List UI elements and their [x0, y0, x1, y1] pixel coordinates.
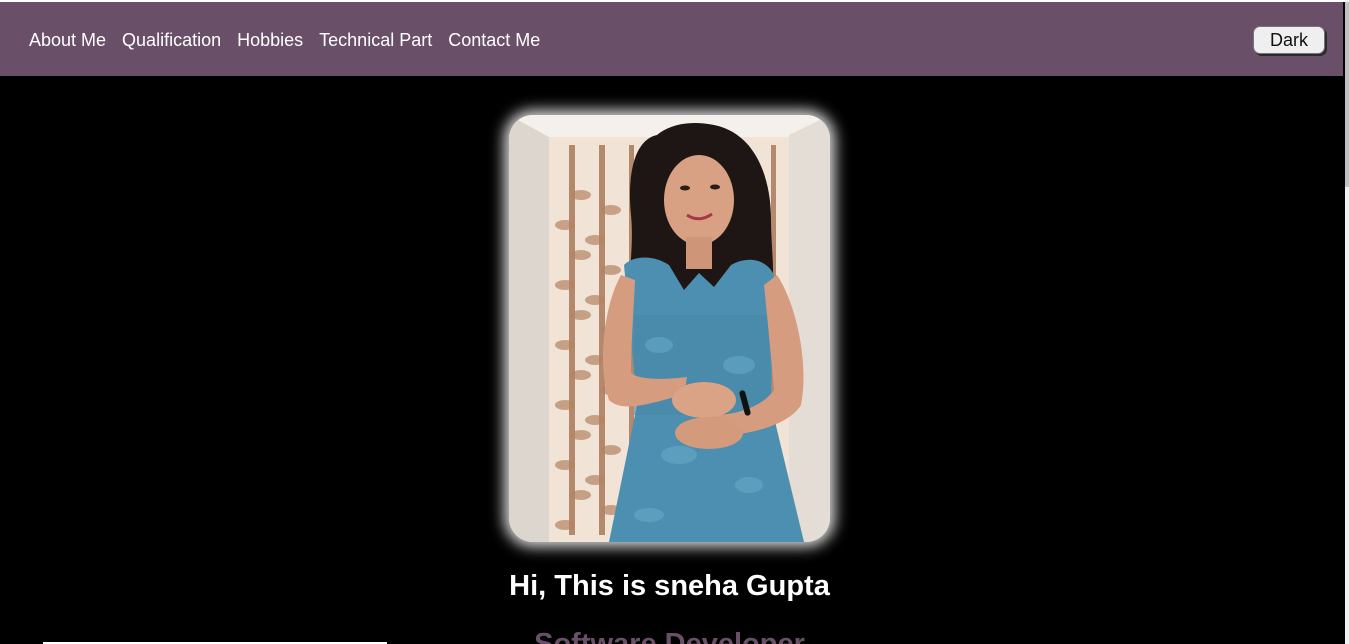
- page-scrollbar[interactable]: [1345, 0, 1349, 644]
- nav-links: About Me Qualification Hobbies Technical…: [29, 29, 556, 51]
- nav-link-about-me[interactable]: About Me: [29, 29, 106, 51]
- theme-toggle-button[interactable]: Dark: [1253, 26, 1325, 54]
- nav-link-technical-part[interactable]: Technical Part: [319, 29, 432, 51]
- profile-photo-illustration: [509, 115, 830, 542]
- nav-link-qualification[interactable]: Qualification: [122, 29, 221, 51]
- profile-photo: [509, 115, 830, 542]
- nav-link-contact-me[interactable]: Contact Me: [448, 29, 540, 51]
- hero-greeting: Hi, This is sneha Gupta: [509, 570, 830, 602]
- top-navbar: About Me Qualification Hobbies Technical…: [0, 2, 1343, 76]
- nav-link-hobbies[interactable]: Hobbies: [237, 29, 303, 51]
- scrollbar-thumb[interactable]: [1345, 2, 1349, 187]
- hero-section: Hi, This is sneha Gupta Software Develop…: [0, 76, 1343, 644]
